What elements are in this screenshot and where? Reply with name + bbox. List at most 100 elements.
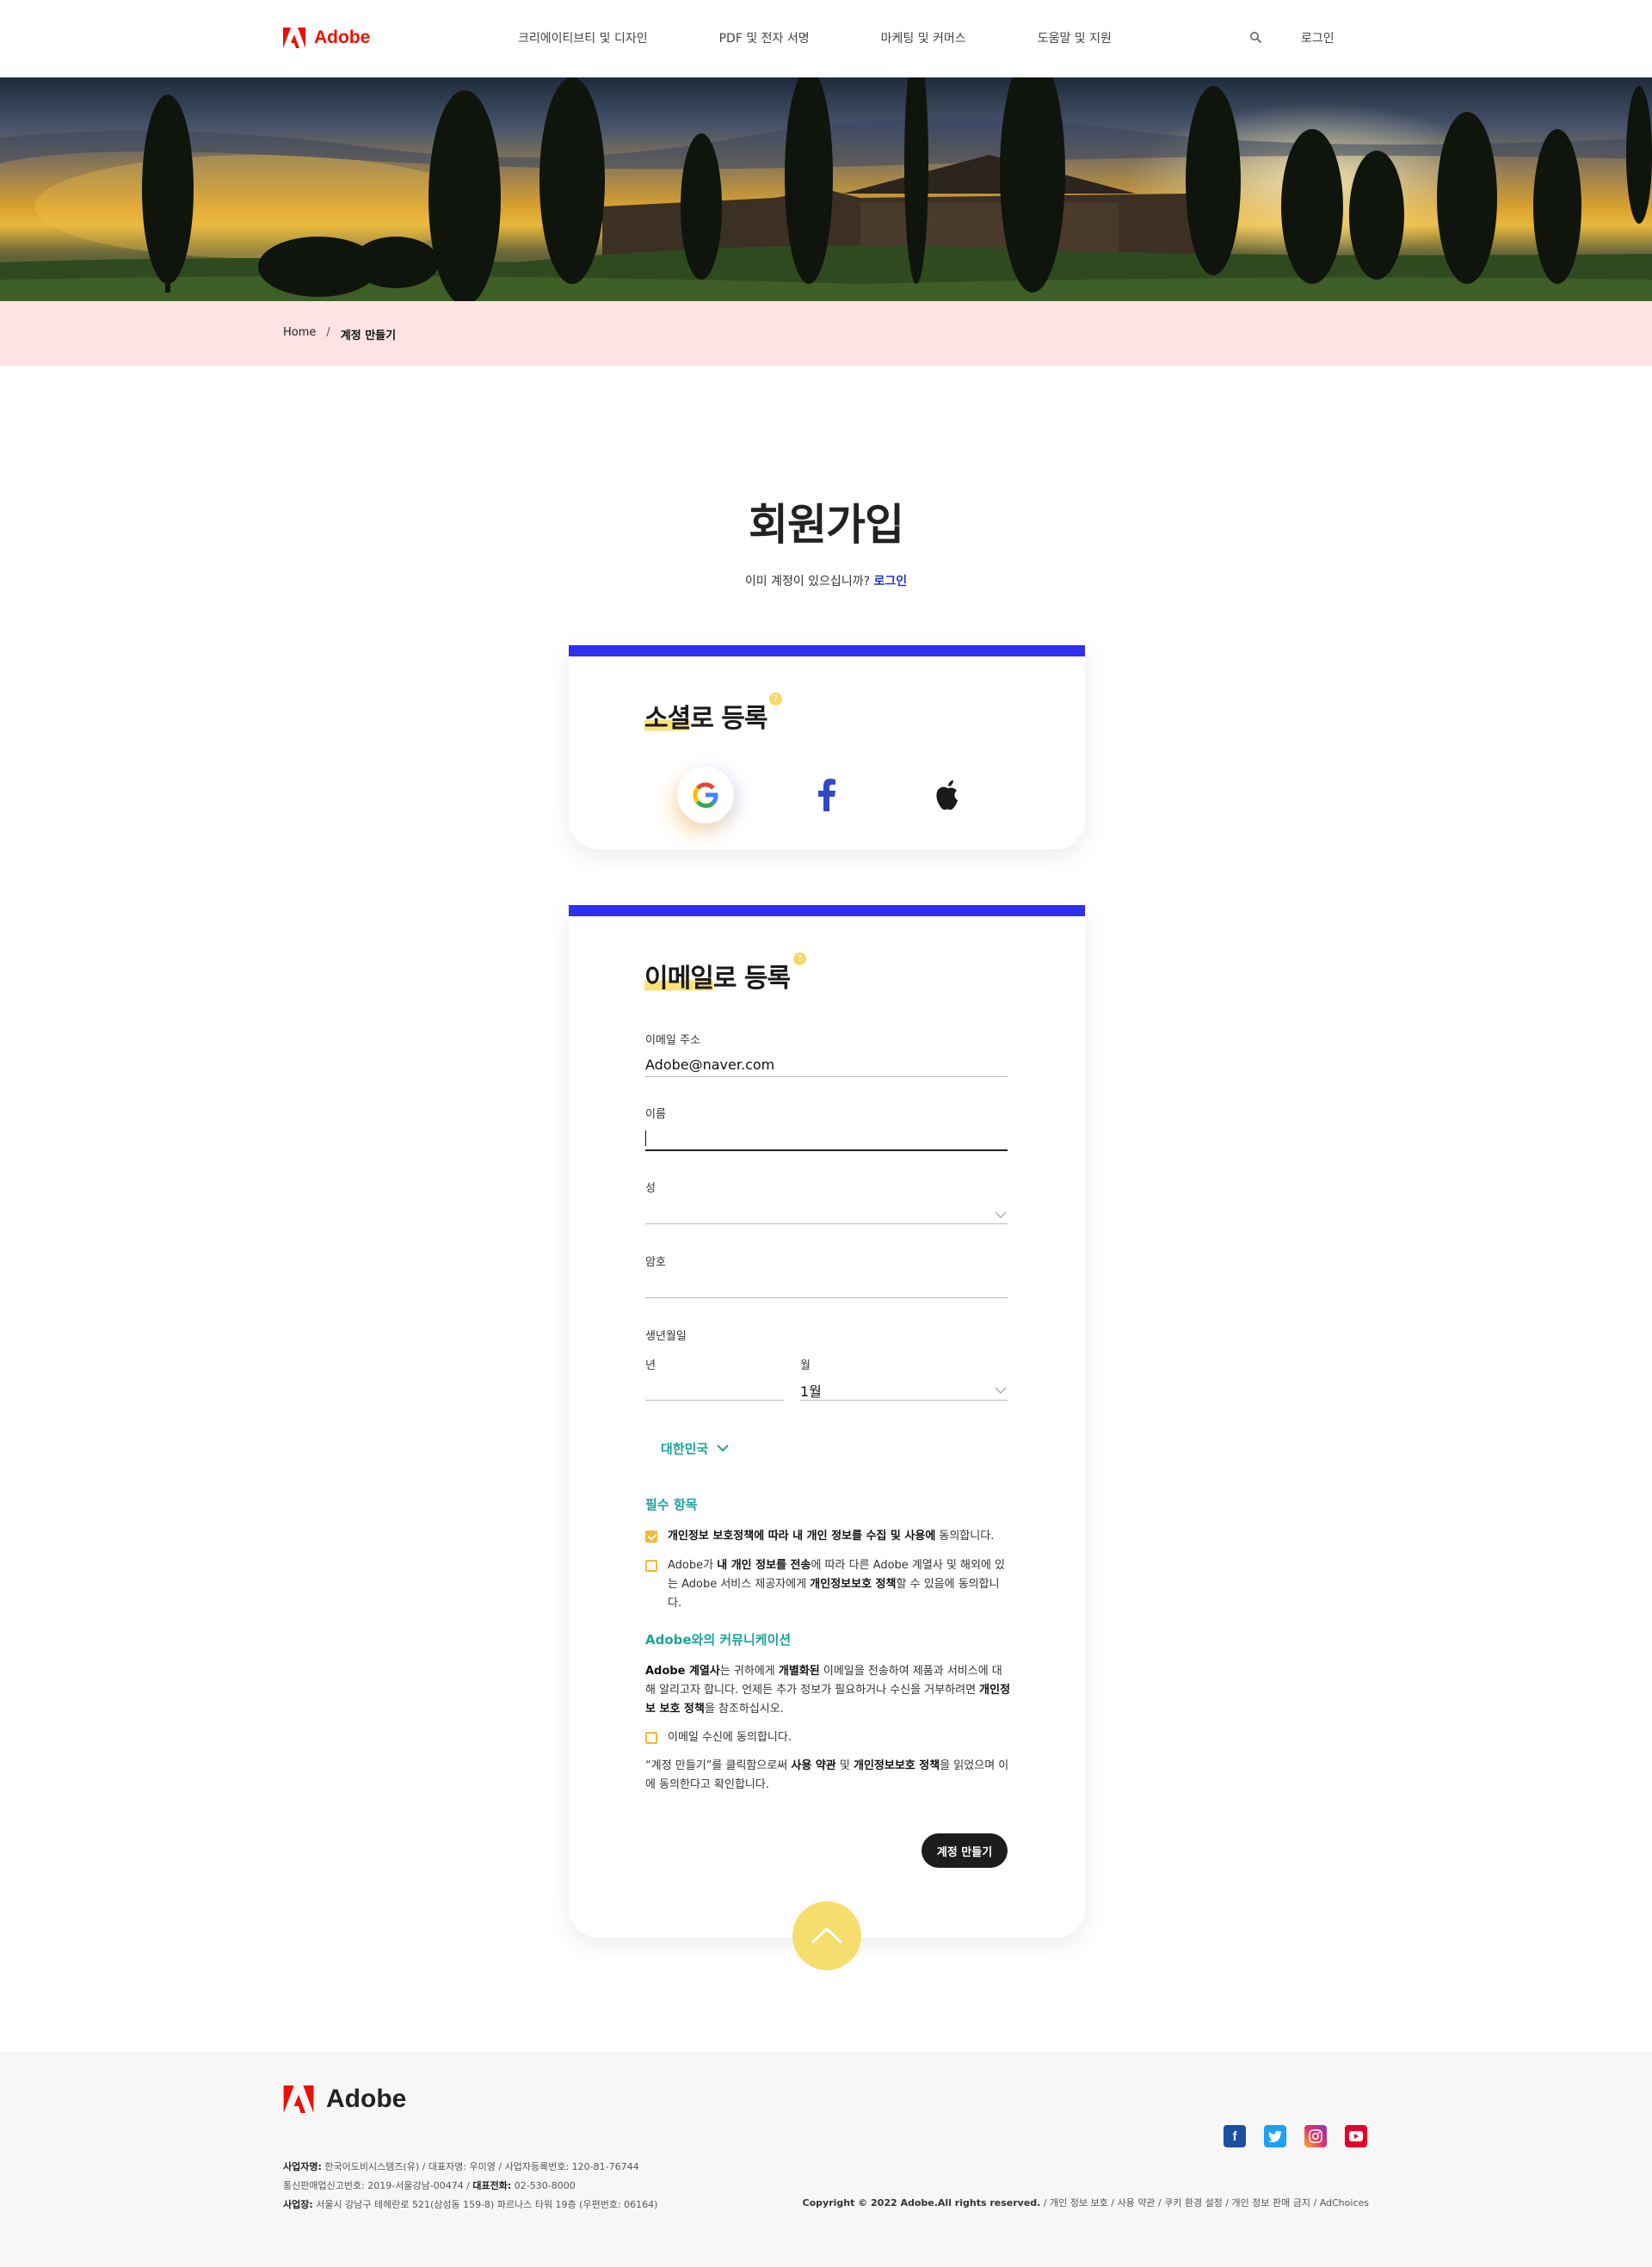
twitter-bird-glyph — [1268, 2130, 1282, 2142]
password-field[interactable] — [645, 1297, 1008, 1298]
email-underline — [645, 1076, 1008, 1077]
terms-link[interactable]: 사용 약관 — [791, 1759, 835, 1772]
text-part: 을 참조하십시오. — [704, 1703, 784, 1716]
header-login-link[interactable]: 로그인 — [1301, 29, 1335, 46]
info-text: 한국어도비시스템즈(유) / 대표자명: 우미영 / 사업자등록번호: 120-… — [321, 2161, 639, 2172]
password-label: 암호 — [645, 1256, 666, 1269]
title-highlight: 이메일 — [644, 964, 714, 994]
year-label: 년 — [645, 1359, 656, 1372]
breadcrumb-current: 계정 만들기 — [340, 330, 397, 342]
nav-item-creative[interactable]: 크리에이티브티 및 디자인 — [518, 29, 648, 46]
adobe-logo-icon — [283, 2085, 314, 2113]
breadcrumb: Home / 계정 만들기 — [0, 301, 1652, 366]
month-select[interactable]: 1월 — [800, 1380, 822, 1401]
month-underline — [800, 1400, 1008, 1401]
privacy-link[interactable]: 개인정보보호 정책 — [854, 1759, 940, 1772]
email-signup-card: 이메일로 등록 ? 이메일 주소 Adobe@naver.com 이름 성 암호… — [569, 905, 1085, 1937]
text-bold: 개인정보보호 정책 — [810, 1578, 897, 1591]
text-cursor — [645, 1130, 646, 1146]
month-label: 월 — [800, 1359, 811, 1372]
text-bold: 내 개인 정보를 전송 — [717, 1559, 811, 1572]
facebook-signup-button[interactable] — [798, 767, 855, 823]
last-name-field[interactable] — [645, 1223, 1008, 1224]
social-signup-card: 소셜로 등록 ? — [569, 645, 1085, 849]
nav-item-pdf[interactable]: PDF 및 전자 서명 — [719, 29, 810, 46]
title-highlight: 소셜 — [644, 704, 691, 734]
facebook-icon[interactable]: f — [1224, 2125, 1246, 2147]
text-part: Adobe가 — [668, 1559, 718, 1572]
info-text: 통신판매업신고번호: 2019-서울강남-00474 / — [283, 2180, 473, 2191]
footer-legal-links[interactable]: / 개인 정보 보호 / 사용 약관 / 쿠키 환경 설정 / 개인 정보 판매… — [1040, 2197, 1369, 2208]
consent-privacy-text: 개인정보 보호정책에 따라 내 개인 정보를 수집 및 사용에 동의합니다. — [668, 1527, 994, 1546]
email-label: 이메일 주소 — [645, 1034, 700, 1047]
email-field[interactable]: Adobe@naver.com — [645, 1056, 774, 1073]
year-field[interactable] — [645, 1400, 784, 1401]
text-part: 및 — [835, 1759, 854, 1772]
scroll-top-button[interactable] — [792, 1901, 861, 1970]
consent-email-row: 이메일 수신에 동의합니다. — [645, 1728, 1007, 1747]
text-bold: Adobe 계열사 — [645, 1665, 720, 1678]
google-icon — [693, 782, 718, 809]
card-accent-bar — [569, 905, 1085, 916]
breadcrumb-separator: / — [326, 326, 330, 339]
chevron-down-icon — [717, 1445, 729, 1452]
text-part: 는 귀하에게 — [719, 1665, 779, 1678]
terms-text: “계정 만들기”를 클릭함으로써 사용 약관 및 개인정보보호 정책을 읽었으며… — [645, 1757, 1011, 1795]
create-account-button[interactable]: 계정 만들기 — [922, 1833, 1008, 1868]
consent-privacy-bold: 개인정보 보호정책에 따라 내 개인 정보를 수집 및 사용에 — [668, 1530, 936, 1543]
youtube-icon[interactable] — [1345, 2125, 1367, 2147]
consent-transfer-row: Adobe가 내 개인 정보를 전송에 따라 다른 Adobe 계열사 및 해외… — [645, 1556, 1007, 1613]
brand-name: Adobe — [314, 28, 371, 47]
instagram-icon[interactable] — [1304, 2125, 1327, 2147]
title-rest: 로 등록 — [712, 964, 791, 994]
footer-address-info: 사업장: 서울시 강남구 테헤란로 521(삼성동 159-8) 파르나스 타워… — [283, 2197, 657, 2211]
hero-landscape-image — [0, 77, 1652, 301]
consent-transfer-checkbox[interactable] — [645, 1560, 657, 1572]
info-label: 대표전화: — [472, 2180, 512, 2191]
consent-privacy-checkbox[interactable] — [645, 1531, 657, 1543]
chevron-down-icon[interactable] — [995, 1387, 1007, 1394]
chevron-down-icon[interactable] — [995, 1211, 1007, 1218]
social-signup-title: 소셜로 등록 — [644, 697, 767, 735]
apple-icon — [936, 780, 958, 810]
info-text: 서울시 강남구 테헤란로 521(삼성동 159-8) 파르나스 타워 19층 … — [312, 2199, 658, 2210]
adobe-logo-icon — [283, 28, 305, 48]
instagram-camera-glyph — [1309, 2129, 1322, 2143]
twitter-icon[interactable] — [1264, 2125, 1286, 2147]
text-part: “계정 만들기”를 클릭함으로써 — [645, 1759, 792, 1772]
login-prompt-text: 이미 계정이 있으십니까? — [744, 575, 871, 588]
consent-privacy-row: 개인정보 보호정책에 따라 내 개인 정보를 수집 및 사용에 동의합니다. — [645, 1527, 1007, 1546]
required-heading: 필수 항목 — [645, 1497, 698, 1512]
chevron-up-icon — [811, 1926, 843, 1944]
first-name-field[interactable] — [645, 1149, 1008, 1151]
footer-logo[interactable]: Adobe — [283, 2085, 406, 2114]
adobe-logo[interactable]: Adobe — [283, 28, 370, 48]
title-rest: 로 등록 — [690, 704, 767, 734]
country-value: 대한민국 — [661, 1441, 709, 1457]
help-badge-icon[interactable]: ? — [769, 693, 782, 705]
footer-copyright: Copyright © 2022 Adobe.All rights reserv… — [803, 2196, 1369, 2209]
apple-signup-button[interactable] — [919, 767, 976, 823]
communication-heading: Adobe와의 커뮤니케이션 — [645, 1632, 792, 1648]
page-title: 회원가입 — [749, 500, 904, 550]
footer-social-links: f — [1224, 2125, 1367, 2147]
site-header: Adobe 크리에이티브티 및 디자인 PDF 및 전자 서명 마케팅 및 커머… — [0, 0, 1652, 77]
breadcrumb-home[interactable]: Home — [283, 326, 316, 342]
youtube-play-glyph — [1349, 2131, 1363, 2141]
footer-company-info: 사업자명: 한국어도비시스템즈(유) / 대표자명: 우미영 / 사업자등록번호… — [283, 2159, 639, 2173]
consent-email-text: 이메일 수신에 동의합니다. — [668, 1731, 792, 1744]
nav-item-help[interactable]: 도움말 및 지원 — [1038, 29, 1112, 46]
info-label: 사업장: — [283, 2199, 313, 2210]
text-bold: 개별화된 — [778, 1665, 820, 1678]
email-signup-title: 이메일로 등록 — [644, 957, 791, 995]
google-signup-button[interactable] — [677, 767, 734, 823]
birth-label: 생년월일 — [645, 1330, 687, 1343]
nav-item-marketing[interactable]: 마케팅 및 커머스 — [881, 29, 966, 46]
search-icon[interactable] — [1249, 31, 1262, 44]
login-link[interactable]: 로그인 — [873, 575, 907, 588]
consent-transfer-text: Adobe가 내 개인 정보를 전송에 따라 다른 Adobe 계열사 및 해외… — [668, 1556, 1007, 1613]
country-selector[interactable]: 대한민국 — [661, 1439, 729, 1457]
consent-email-checkbox[interactable] — [645, 1732, 657, 1744]
footer-contact-info: 통신판매업신고번호: 2019-서울강남-00474 / 대표전화: 02-53… — [283, 2178, 576, 2192]
help-badge-icon[interactable]: ? — [793, 952, 806, 965]
